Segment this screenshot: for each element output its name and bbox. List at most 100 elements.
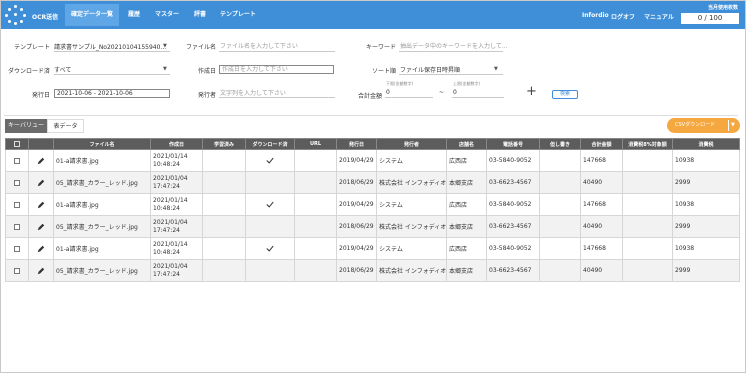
header-created[interactable]: 作成日 (150, 138, 203, 150)
amount-max-input[interactable]: 0 (453, 89, 457, 96)
row-edit-cell[interactable] (28, 171, 54, 194)
header-phone[interactable]: 電話番号 (486, 138, 540, 150)
amount-max-underline (452, 97, 504, 98)
table-row[interactable]: 01-a請求書.jpg 2021/01/14 10:48:24 2019/04/29 シ… (5, 149, 740, 172)
header-filename[interactable]: ファイル名 (53, 138, 151, 150)
header-tax8[interactable]: 消費税8%対象額 (622, 138, 673, 150)
brand-title[interactable]: OCR送信 (32, 12, 58, 21)
amount-min-input[interactable]: 0 (386, 89, 390, 96)
header-url[interactable]: URL (294, 138, 337, 150)
row-checkbox-icon[interactable] (14, 223, 20, 230)
nav-review[interactable]: 評書 (188, 4, 212, 26)
row-edit-cell[interactable] (28, 215, 54, 238)
template-caret-down-icon[interactable]: ▼ (163, 43, 167, 49)
row-checkbox-icon[interactable] (14, 267, 20, 274)
nav-master[interactable]: マスター (149, 4, 185, 26)
row-edit-cell[interactable] (28, 149, 54, 172)
header-select-all[interactable] (5, 138, 29, 150)
nav-template[interactable]: テンプレート (214, 4, 262, 26)
filename-input[interactable]: ファイル名を入力して下さい (220, 41, 298, 50)
cell-created-date: 2021/01/04 (153, 218, 188, 226)
tab-table-data[interactable]: 表データ (47, 119, 84, 133)
pen-icon[interactable] (37, 179, 45, 186)
link-logoff[interactable]: ログオフ (611, 12, 635, 21)
cell-url[interactable] (294, 193, 337, 216)
row-checkbox-icon[interactable] (14, 245, 20, 252)
table-row[interactable]: 01-a請求書.jpg 2021/01/14 10:48:24 2019/04/29 シ… (5, 237, 740, 260)
cell-filename[interactable]: 01-a請求書.jpg (53, 193, 151, 216)
row-select-cell[interactable] (5, 237, 29, 260)
nav-confirmed-data[interactable]: 確定データ一覧 (65, 4, 120, 26)
row-select-cell[interactable] (5, 171, 29, 194)
pen-icon[interactable] (37, 201, 45, 208)
header-tax[interactable]: 消費税 (672, 138, 740, 150)
cell-filename[interactable]: 05_請求書_カラー_レッド.jpg (53, 259, 151, 282)
header-learned[interactable]: 学習済み (202, 138, 246, 150)
keyword-input[interactable]: 抽出データ中のキーワードを入力して... (400, 41, 508, 50)
header-total[interactable]: 合計金額 (580, 138, 623, 150)
pen-icon[interactable] (37, 223, 45, 230)
table-row[interactable]: 05_請求書_カラー_レッド.jpg 2021/01/04 17:47:24 2018… (5, 259, 740, 282)
row-checkbox-icon[interactable] (14, 201, 20, 208)
row-edit-cell[interactable] (28, 259, 54, 282)
row-select-cell[interactable] (5, 259, 29, 282)
row-select-cell[interactable] (5, 193, 29, 216)
cell-note (539, 215, 581, 238)
link-infordio[interactable]: Infordio (582, 12, 609, 19)
cell-url[interactable] (294, 237, 337, 260)
row-edit-cell[interactable] (28, 193, 54, 216)
template-select[interactable]: 請求書サンプル_No20210104155940... (54, 42, 166, 51)
search-button[interactable]: 検索 (552, 90, 578, 99)
cell-store: 本郷支店 (446, 171, 487, 194)
row-checkbox-icon[interactable] (14, 179, 20, 186)
issuer-input[interactable]: 文字列を入力して下さい (220, 88, 286, 97)
pen-icon[interactable] (37, 267, 45, 274)
created-input[interactable]: 作成日を入力して下さい (219, 65, 334, 74)
table-row[interactable]: 05_請求書_カラー_レッド.jpg 2021/01/04 17:47:24 2018… (5, 171, 740, 194)
table-header-row: ファイル名 作成日 学習済み ダウンロード済 URL 発行日 発行者 店舗名 電… (5, 138, 740, 150)
cell-tax: 10938 (672, 193, 740, 216)
cell-filename[interactable]: 01-a請求書.jpg (53, 149, 151, 172)
amount-min-caption: 下限(金額数字) (386, 81, 414, 86)
issuer-underline (219, 97, 335, 98)
sort-select[interactable]: ファイル保存日時昇順 (400, 65, 460, 74)
issue-date-input[interactable]: 2021-10-06 - 2021-10-06 (54, 89, 170, 98)
download-caret-down-icon[interactable]: ▼ (163, 66, 167, 72)
header-note[interactable]: 但し書き (539, 138, 581, 150)
cell-url[interactable] (294, 171, 337, 194)
link-manual[interactable]: マニュアル (644, 12, 674, 21)
header-issuer[interactable]: 発行者 (376, 138, 447, 150)
table-row[interactable]: 05_請求書_カラー_レッド.jpg 2021/01/04 17:47:24 2018… (5, 215, 740, 238)
checkmark-icon (266, 157, 274, 164)
cell-filename[interactable]: 05_請求書_カラー_レッド.jpg (53, 171, 151, 194)
cell-filename[interactable]: 01-a請求書.jpg (53, 237, 151, 260)
pen-icon[interactable] (37, 245, 45, 252)
download-select[interactable]: すべて (54, 65, 71, 74)
tab-key-value[interactable]: キーバリュー (5, 119, 47, 133)
row-select-cell[interactable] (5, 149, 29, 172)
sort-caret-down-icon[interactable]: ▼ (494, 66, 498, 72)
nav-history[interactable]: 履歴 (122, 4, 146, 26)
cell-learned (202, 171, 246, 194)
row-select-cell[interactable] (5, 215, 29, 238)
cell-total: 147668 (580, 237, 623, 260)
table-row[interactable]: 01-a請求書.jpg 2021/01/14 10:48:24 2019/04/29 シ… (5, 193, 740, 216)
csv-download-button[interactable]: CSVダウンロード ▼ (667, 118, 740, 133)
pen-icon[interactable] (37, 157, 45, 164)
header-issued[interactable]: 発行日 (336, 138, 377, 150)
csv-caret-down-icon[interactable]: ▼ (731, 118, 735, 133)
cell-phone: 03-6623-4567 (486, 215, 540, 238)
row-edit-cell[interactable] (28, 237, 54, 260)
cell-created: 2021/01/14 10:48:24 (150, 149, 203, 172)
header-downloaded[interactable]: ダウンロード済 (245, 138, 295, 150)
cell-created-date: 2021/01/14 (153, 240, 188, 248)
cell-filename[interactable]: 05_請求書_カラー_レッド.jpg (53, 215, 151, 238)
header-store[interactable]: 店舗名 (446, 138, 487, 150)
row-checkbox-icon[interactable] (14, 157, 20, 164)
cell-url[interactable] (294, 149, 337, 172)
cell-note (539, 193, 581, 216)
plus-icon[interactable]: + (526, 85, 537, 98)
cell-url[interactable] (294, 215, 337, 238)
select-all-checkbox-icon[interactable] (14, 140, 20, 147)
cell-url[interactable] (294, 259, 337, 282)
